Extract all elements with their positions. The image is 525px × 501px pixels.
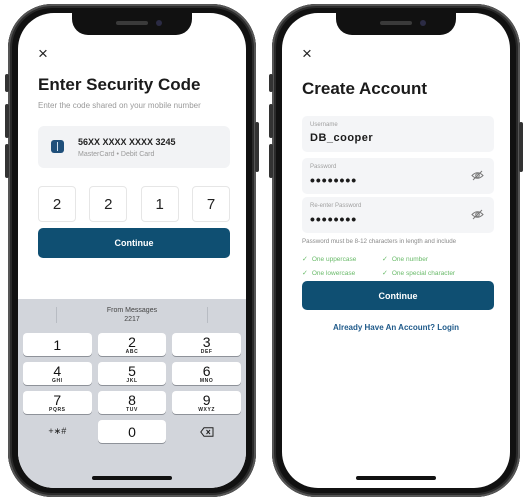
- card-icon: [51, 140, 64, 153]
- password-rule-text: Password must be 8-12 characters in leng…: [302, 238, 457, 245]
- password-field[interactable]: Password ••••••••: [302, 158, 494, 194]
- password-label: Password: [310, 164, 337, 170]
- key-symbols[interactable]: +∗#: [23, 420, 92, 443]
- home-indicator: [92, 476, 172, 480]
- login-link[interactable]: Already Have An Account? Login: [282, 323, 510, 332]
- phone-create-account: × Create Account Username DB_cooper Pass…: [269, 4, 523, 497]
- keypad: 1 2 ABC 3 DEF 4 GHI 5 JKL 6 MNO 7 PQRS 8 TUV 9W…: [23, 333, 241, 443]
- username-value: DB_cooper: [310, 132, 374, 144]
- otp-digit-2[interactable]: 2: [89, 186, 128, 222]
- check-icon: ✓: [302, 256, 308, 263]
- backspace-icon: [199, 426, 214, 437]
- notch: [336, 13, 456, 35]
- requirement-lowercase: ✓ One lowercase: [302, 269, 356, 278]
- otp-digit-4[interactable]: 7: [191, 186, 230, 222]
- key-6[interactable]: 6 MNO: [172, 362, 241, 385]
- key-1[interactable]: 1: [23, 333, 92, 356]
- username-field[interactable]: Username DB_cooper: [302, 116, 494, 152]
- page-subtitle: Enter the code shared on your mobile num…: [38, 101, 201, 110]
- reenter-password-label: Re-enter Password: [310, 203, 362, 209]
- notch: [72, 13, 192, 35]
- key-7[interactable]: 7 PQRS: [23, 391, 92, 414]
- backspace-key[interactable]: [172, 420, 241, 443]
- otp-digit-1[interactable]: 2: [38, 186, 76, 222]
- card-type: MasterCard • Debit Card: [78, 151, 155, 158]
- continue-button[interactable]: Continue: [38, 228, 230, 258]
- power-button: [255, 122, 259, 172]
- volume-up-button: [5, 104, 9, 138]
- mute-switch: [5, 74, 9, 92]
- power-button: [519, 122, 523, 172]
- check-icon: ✓: [382, 256, 388, 263]
- close-icon[interactable]: ×: [38, 45, 48, 62]
- key-2[interactable]: 2 ABC: [97, 333, 167, 356]
- autofill-suggestion[interactable]: From Messages 2217: [18, 299, 246, 331]
- key-8[interactable]: 8 TUV: [97, 391, 167, 414]
- password-requirements: ✓ One uppercase ✓ One number ✓ One lowercas…: [302, 252, 494, 280]
- key-5[interactable]: 5 JKL: [97, 362, 167, 385]
- volume-up-button: [269, 104, 273, 138]
- page-title: Create Account: [302, 79, 428, 98]
- suggestion-code: 2217: [124, 316, 140, 323]
- selected-card[interactable]: 56XX XXXX XXXX 3245 MasterCard • Debit C…: [38, 126, 230, 168]
- key-4[interactable]: 4 GHI: [23, 362, 92, 385]
- requirement-special: ✓ One special character: [382, 269, 456, 278]
- password-value: ••••••••: [310, 172, 358, 188]
- continue-button[interactable]: Continue: [302, 281, 494, 310]
- home-indicator: [356, 476, 436, 480]
- otp-input-group: 2 2 1 7: [38, 186, 230, 222]
- close-icon[interactable]: ×: [302, 45, 312, 62]
- mute-switch: [269, 74, 273, 92]
- reenter-password-field[interactable]: Re-enter Password ••••••••: [302, 197, 494, 233]
- volume-down-button: [269, 144, 273, 178]
- reenter-password-value: ••••••••: [310, 211, 358, 227]
- username-label: Username: [310, 122, 338, 128]
- phone-security-code: × Enter Security Code Enter the code sha…: [5, 4, 259, 497]
- key-3[interactable]: 3 DEF: [172, 333, 241, 356]
- key-9[interactable]: 9 WXYZ: [172, 391, 241, 414]
- volume-down-button: [5, 144, 9, 178]
- eye-off-icon[interactable]: [471, 170, 484, 181]
- eye-off-icon[interactable]: [471, 209, 484, 220]
- suggestion-source: From Messages: [106, 306, 158, 314]
- requirement-number: ✓ One number: [382, 255, 429, 264]
- check-icon: ✓: [302, 270, 308, 277]
- key-0[interactable]: 0: [97, 420, 167, 443]
- create-account-screen: × Create Account Username DB_cooper Pass…: [282, 13, 510, 488]
- check-icon: ✓: [382, 270, 388, 277]
- card-number: 56XX XXXX XXXX 3245: [78, 137, 176, 147]
- security-code-screen: × Enter Security Code Enter the code sha…: [18, 13, 246, 488]
- requirement-uppercase: ✓ One uppercase: [302, 255, 357, 264]
- numeric-keyboard: From Messages 2217 1 2 ABC 3 DEF 4 GHI 5 JKL…: [18, 299, 246, 488]
- page-title: Enter Security Code: [38, 75, 201, 94]
- otp-digit-3[interactable]: 1: [140, 186, 179, 222]
